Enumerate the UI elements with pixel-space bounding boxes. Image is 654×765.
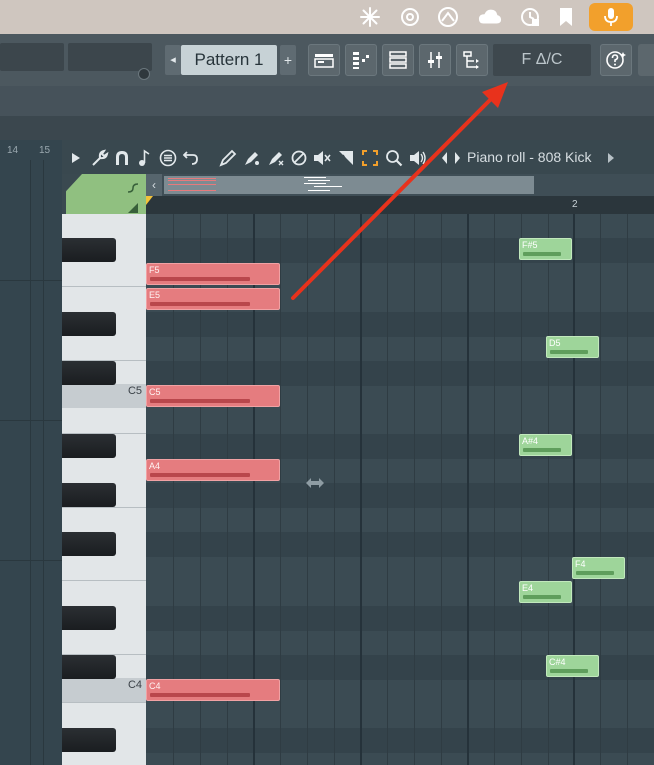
annotation-arrow <box>291 82 508 300</box>
